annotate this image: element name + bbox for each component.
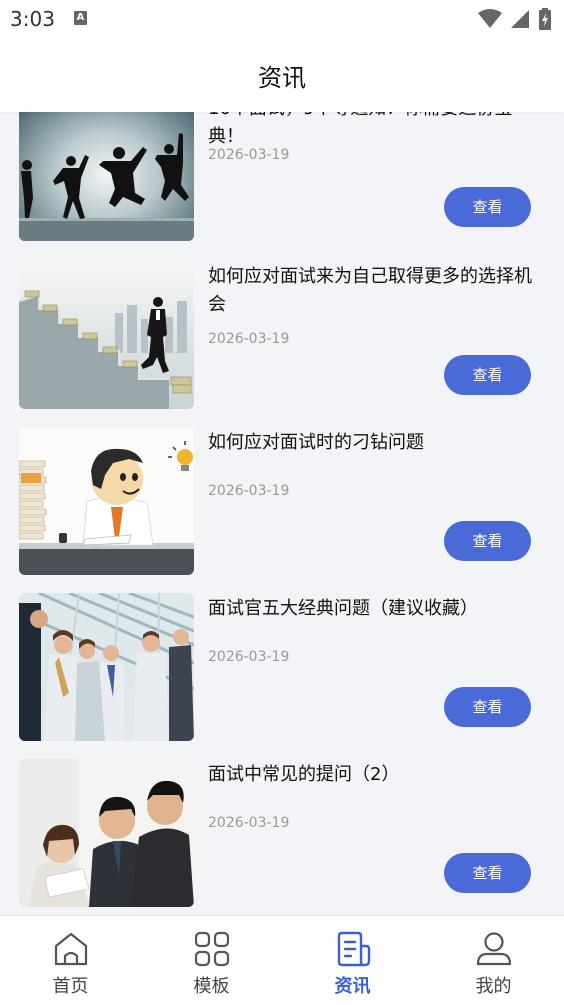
tab-label: 我的 (475, 976, 512, 997)
article-date: 2026-03-19 (208, 147, 290, 163)
article-date: 2026-03-19 (208, 815, 290, 831)
article-title[interactable]: 如何应对面试时的刁钻问题 (208, 429, 538, 457)
article-date: 2026-03-19 (208, 483, 290, 499)
news-icon (337, 931, 370, 967)
view-button[interactable]: 查看 (444, 687, 531, 727)
tab-home[interactable]: 首页 (0, 916, 141, 1005)
view-button[interactable]: 查看 (444, 853, 531, 893)
article-date: 2026-03-19 (208, 649, 290, 665)
list-item[interactable]: 如何应对面试时的刁钻问题 2026-03-19 查看 (19, 427, 549, 575)
notification-a-icon: A (74, 11, 87, 25)
article-date: 2026-03-19 (208, 331, 290, 347)
tab-news[interactable]: 资讯 (282, 916, 423, 1005)
article-thumbnail[interactable] (19, 427, 194, 575)
status-time: 3:03 (10, 7, 55, 31)
tab-profile[interactable]: 我的 (423, 916, 564, 1005)
news-list[interactable]: 10个面试，9个等通知？你需要这份宝典！ 2026-03-19 查看 (0, 112, 564, 915)
silhouettes-jumping-image (19, 112, 194, 241)
article-thumbnail[interactable] (19, 112, 194, 241)
grid-icon (194, 931, 229, 967)
status-bar: 3:03 A (0, 0, 564, 38)
battery-icon (539, 8, 551, 30)
wifi-icon (478, 9, 502, 28)
business-team-meeting-image (19, 593, 194, 741)
page-title: 资讯 (258, 64, 306, 92)
status-indicators (478, 8, 552, 30)
page-header: 资讯 (0, 38, 564, 112)
home-icon (54, 932, 87, 966)
tab-label: 模板 (193, 976, 230, 997)
article-title[interactable]: 如何应对面试来为自己取得更多的选择机会 (208, 263, 538, 319)
article-title[interactable]: 10个面试，9个等通知？你需要这份宝典！ (208, 112, 538, 151)
tab-templates[interactable]: 模板 (141, 916, 282, 1005)
article-title[interactable]: 面试中常见的提问（2） (208, 761, 538, 789)
list-item[interactable]: 面试中常见的提问（2） 2026-03-19 查看 (19, 759, 549, 907)
list-item[interactable]: 10个面试，9个等通知？你需要这份宝典！ 2026-03-19 查看 (19, 112, 549, 241)
tab-label: 首页 (52, 976, 89, 997)
list-item[interactable]: 如何应对面试来为自己取得更多的选择机会 2026-03-19 查看 (19, 261, 549, 409)
article-thumbnail[interactable] (19, 759, 194, 907)
view-button[interactable]: 查看 (444, 187, 531, 227)
signal-icon (511, 10, 529, 28)
businessman-climbing-stairs-image (19, 261, 194, 409)
bottom-tab-bar: 首页 模板 资讯 我的 (0, 915, 564, 1005)
user-icon (476, 932, 511, 966)
tab-label: 资讯 (334, 976, 371, 997)
view-button[interactable]: 查看 (444, 521, 531, 561)
article-title[interactable]: 面试官五大经典问题（建议收藏） (208, 595, 538, 623)
colleagues-reading-image (19, 759, 194, 907)
view-button[interactable]: 查看 (444, 355, 531, 395)
article-thumbnail[interactable] (19, 261, 194, 409)
list-item[interactable]: 面试官五大经典问题（建议收藏） 2026-03-19 查看 (19, 593, 549, 741)
article-thumbnail[interactable] (19, 593, 194, 741)
cartoon-man-idea-image (19, 427, 194, 575)
